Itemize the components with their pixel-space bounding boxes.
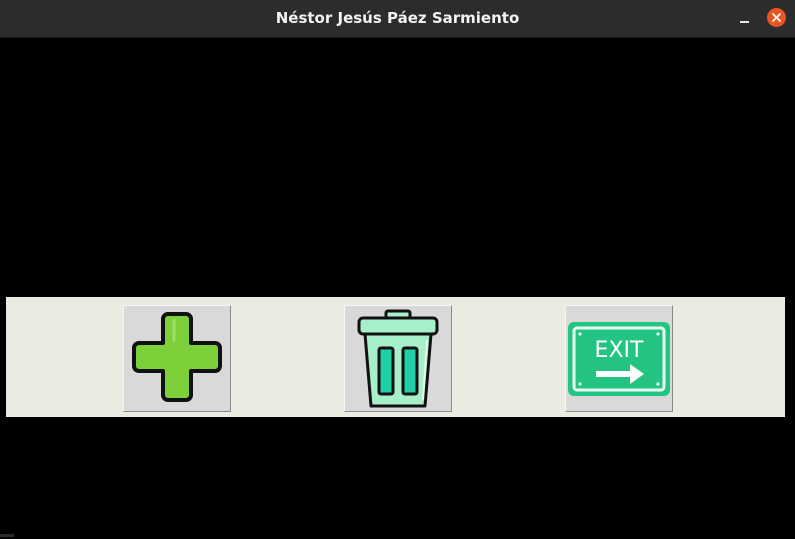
title-bar[interactable]: Néstor Jesús Páez Sarmiento [0, 0, 795, 38]
app-window: Néstor Jesús Páez Sarmiento EXIT [0, 0, 795, 539]
window-title: Néstor Jesús Páez Sarmiento [275, 9, 520, 27]
add-button[interactable] [123, 305, 231, 412]
resize-grip[interactable] [0, 534, 14, 537]
toolbar: EXIT [6, 297, 785, 417]
delete-button[interactable] [344, 305, 452, 412]
exit-button[interactable]: EXIT [565, 305, 673, 412]
minimize-icon [740, 21, 749, 23]
plus-icon [132, 312, 222, 402]
close-icon [772, 13, 781, 22]
exit-sign-text: EXIT [595, 338, 644, 363]
exit-sign-icon: EXIT [568, 322, 670, 396]
trash-icon [357, 309, 439, 408]
close-button[interactable] [767, 8, 786, 27]
minimize-button[interactable] [734, 10, 754, 28]
